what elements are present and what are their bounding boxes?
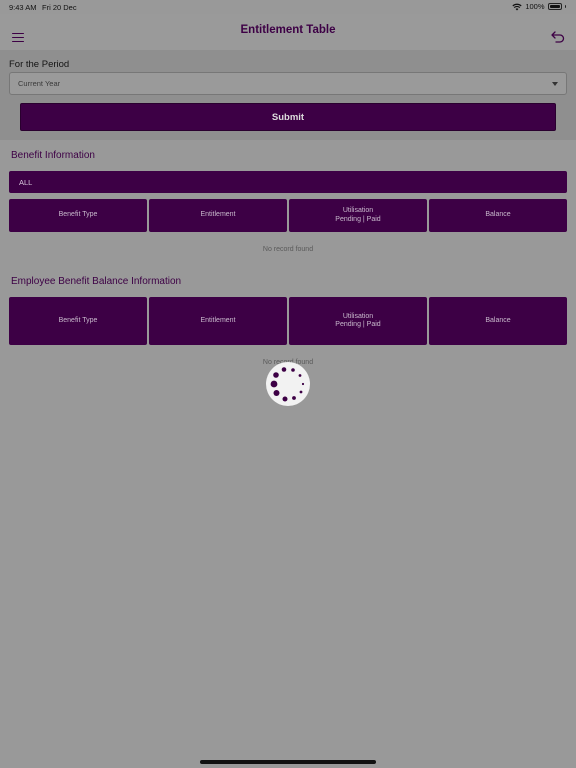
header-benefit-type: Benefit Type [9, 199, 147, 232]
balance-table-header: Benefit Type Entitlement Utilisation Pen… [9, 297, 567, 345]
period-dropdown[interactable]: Current Year [9, 72, 567, 95]
benefit-info-title: Benefit Information [11, 150, 95, 161]
header-entitlement: Entitlement [149, 199, 287, 232]
chevron-down-icon [552, 82, 558, 86]
employee-balance-title: Employee Benefit Balance Information [11, 276, 182, 287]
header-utilisation: Utilisation Pending | Paid [289, 297, 427, 345]
header-balance: Balance [429, 199, 567, 232]
period-label: For the Period [9, 59, 70, 70]
status-bar: 9:43 AM Fri 20 Dec 100% [0, 0, 576, 14]
page-title: Entitlement Table [240, 24, 336, 36]
undo-arrow-icon[interactable] [551, 31, 565, 43]
submit-button[interactable]: Submit [20, 103, 556, 131]
period-section: For the Period Current Year Submit [0, 50, 576, 140]
battery-icon [547, 3, 562, 10]
nav-bar: Entitlement Table [0, 14, 576, 50]
home-indicator [200, 760, 376, 764]
status-time: 9:43 AM [9, 3, 37, 12]
wifi-icon [512, 3, 522, 10]
loading-spinner [266, 362, 310, 406]
benefit-empty-text: No record found [262, 246, 314, 253]
header-balance: Balance [429, 297, 567, 345]
status-date: Fri 20 Dec [42, 3, 77, 12]
benefit-filter-all[interactable]: ALL [9, 171, 567, 193]
spinner-dots-icon [270, 367, 305, 402]
battery-percent: 100% [525, 2, 545, 11]
header-benefit-type: Benefit Type [9, 297, 147, 345]
battery-tip [564, 5, 566, 8]
period-selected-value: Current Year [18, 79, 61, 88]
benefit-table-header: Benefit Type Entitlement Utilisation Pen… [9, 199, 567, 232]
header-utilisation: Utilisation Pending | Paid [289, 199, 427, 232]
header-entitlement: Entitlement [149, 297, 287, 345]
status-right: 100% [512, 2, 566, 11]
